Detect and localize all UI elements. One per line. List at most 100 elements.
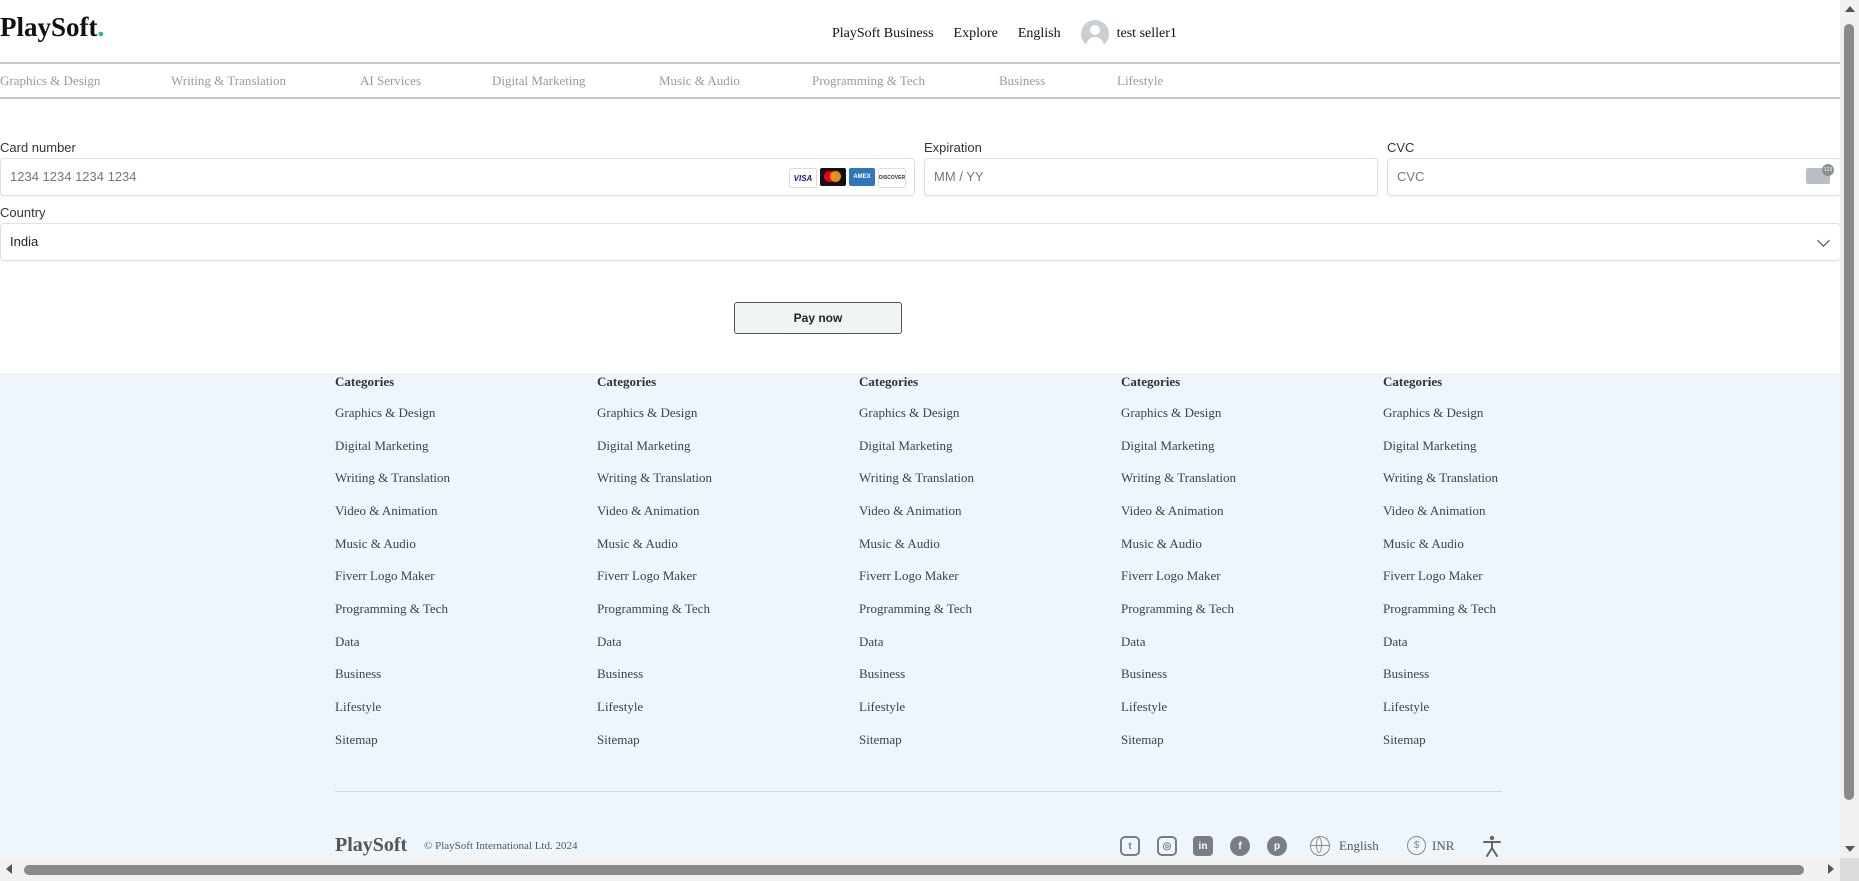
- avatar-icon: [1080, 20, 1109, 48]
- footer-link[interactable]: Data: [597, 634, 622, 650]
- footer-link[interactable]: Graphics & Design: [597, 405, 697, 421]
- footer-link[interactable]: Business: [1383, 666, 1429, 682]
- footer-link[interactable]: Sitemap: [859, 732, 902, 748]
- category-nav-item[interactable]: Digital Marketing: [492, 73, 586, 89]
- footer-link[interactable]: Writing & Translation: [1121, 470, 1236, 486]
- footer-link[interactable]: Video & Animation: [1383, 503, 1486, 519]
- country-label: Country: [0, 205, 46, 220]
- footer-link[interactable]: Writing & Translation: [335, 470, 450, 486]
- footer-link[interactable]: Video & Animation: [859, 503, 962, 519]
- footer-link[interactable]: Data: [1121, 634, 1146, 650]
- footer-link[interactable]: Data: [1383, 634, 1408, 650]
- footer-link[interactable]: Programming & Tech: [335, 601, 448, 617]
- logo-dot: .: [97, 12, 105, 42]
- footer-link[interactable]: Fiverr Logo Maker: [597, 568, 697, 584]
- footer-link[interactable]: Business: [1121, 666, 1167, 682]
- footer-link[interactable]: Graphics & Design: [335, 405, 435, 421]
- footer-link[interactable]: Programming & Tech: [859, 601, 972, 617]
- footer-link[interactable]: Data: [859, 634, 884, 650]
- footer-link[interactable]: Writing & Translation: [1383, 470, 1498, 486]
- instagram-icon[interactable]: ◎: [1157, 836, 1177, 856]
- footer-link[interactable]: Graphics & Design: [1383, 405, 1483, 421]
- card-number-input[interactable]: 1234 1234 1234 1234 VISA AMEX DISCOVER: [0, 158, 915, 196]
- footer-link[interactable]: Sitemap: [597, 732, 640, 748]
- footer-link[interactable]: Digital Marketing: [1383, 438, 1477, 454]
- footer-link[interactable]: Graphics & Design: [1121, 405, 1221, 421]
- footer-link[interactable]: Lifestyle: [859, 699, 905, 715]
- footer-link[interactable]: Video & Animation: [335, 503, 438, 519]
- footer-link[interactable]: Business: [859, 666, 905, 682]
- cvc-label: CVC: [1387, 140, 1415, 155]
- footer-link[interactable]: Fiverr Logo Maker: [335, 568, 435, 584]
- mastercard-icon: [820, 168, 846, 186]
- footer-link[interactable]: Music & Audio: [597, 536, 678, 552]
- scroll-right-arrow-icon[interactable]: [1828, 864, 1834, 874]
- user-menu[interactable]: test seller1: [1080, 20, 1177, 48]
- footer-link[interactable]: Fiverr Logo Maker: [1121, 568, 1221, 584]
- footer-link[interactable]: Business: [335, 666, 381, 682]
- nav-business-link[interactable]: PlaySoft Business: [832, 26, 934, 42]
- category-nav-item[interactable]: Lifestyle: [1117, 73, 1163, 89]
- vertical-scrollbar[interactable]: [1840, 0, 1859, 858]
- vertical-scroll-thumb[interactable]: [1844, 24, 1854, 800]
- footer-link[interactable]: Programming & Tech: [597, 601, 710, 617]
- card-number-placeholder: 1234 1234 1234 1234: [10, 169, 137, 184]
- category-nav-item[interactable]: Programming & Tech: [812, 73, 925, 89]
- footer-link[interactable]: Digital Marketing: [859, 438, 953, 454]
- footer-link[interactable]: Sitemap: [335, 732, 378, 748]
- category-nav-item[interactable]: Writing & Translation: [171, 73, 286, 89]
- footer-column-title: Categories: [597, 374, 657, 389]
- category-nav-item[interactable]: Graphics & Design: [0, 73, 100, 89]
- category-nav-item[interactable]: Music & Audio: [659, 73, 740, 89]
- nav-language-link[interactable]: English: [1018, 26, 1061, 42]
- expiration-input[interactable]: MM / YY: [924, 158, 1378, 196]
- footer-link[interactable]: Digital Marketing: [1121, 438, 1215, 454]
- footer-link[interactable]: Fiverr Logo Maker: [859, 568, 959, 584]
- site-logo[interactable]: PlaySoft.: [0, 12, 104, 43]
- footer-link[interactable]: Sitemap: [1121, 732, 1164, 748]
- footer-link[interactable]: Programming & Tech: [1121, 601, 1234, 617]
- footer-divider: [335, 791, 1502, 792]
- footer-link[interactable]: Programming & Tech: [1383, 601, 1496, 617]
- footer-link[interactable]: Lifestyle: [335, 699, 381, 715]
- twitter-icon[interactable]: t: [1120, 836, 1140, 856]
- scroll-up-arrow-icon[interactable]: [1845, 6, 1855, 12]
- cvc-placeholder: CVC: [1397, 169, 1425, 184]
- footer-link[interactable]: Music & Audio: [1121, 536, 1202, 552]
- horizontal-scrollbar[interactable]: [0, 858, 1840, 881]
- footer-link[interactable]: Video & Animation: [1121, 503, 1224, 519]
- horizontal-scroll-thumb[interactable]: [24, 865, 1804, 875]
- footer-link[interactable]: Graphics & Design: [859, 405, 959, 421]
- footer-link[interactable]: Digital Marketing: [335, 438, 429, 454]
- footer-link[interactable]: Music & Audio: [1383, 536, 1464, 552]
- category-nav-item[interactable]: AI Services: [360, 73, 421, 89]
- footer-link[interactable]: Business: [597, 666, 643, 682]
- facebook-icon[interactable]: f: [1230, 836, 1250, 856]
- footer-link[interactable]: Digital Marketing: [597, 438, 691, 454]
- logo-text: PlaySoft: [0, 12, 98, 42]
- cvc-input[interactable]: CVC: [1387, 158, 1840, 196]
- footer-link[interactable]: Music & Audio: [335, 536, 416, 552]
- country-select[interactable]: India: [0, 223, 1840, 261]
- footer-logo: PlaySoft: [335, 834, 408, 856]
- footer-link[interactable]: Fiverr Logo Maker: [1383, 568, 1483, 584]
- accessibility-icon[interactable]: [1482, 835, 1502, 857]
- footer-link[interactable]: Music & Audio: [859, 536, 940, 552]
- pay-now-button[interactable]: Pay now: [734, 302, 902, 334]
- pinterest-icon[interactable]: p: [1267, 836, 1287, 856]
- scroll-left-arrow-icon[interactable]: [6, 864, 12, 874]
- footer-link[interactable]: Writing & Translation: [597, 470, 712, 486]
- footer-link[interactable]: Writing & Translation: [859, 470, 974, 486]
- category-nav-item[interactable]: Business: [999, 73, 1045, 89]
- footer-link[interactable]: Lifestyle: [1383, 699, 1429, 715]
- nav-explore-link[interactable]: Explore: [954, 26, 998, 42]
- scroll-down-arrow-icon[interactable]: [1845, 846, 1855, 852]
- footer-link[interactable]: Video & Animation: [597, 503, 700, 519]
- footer-link[interactable]: Data: [335, 634, 360, 650]
- footer-language[interactable]: English: [1339, 838, 1379, 854]
- footer-link[interactable]: Lifestyle: [597, 699, 643, 715]
- footer-link[interactable]: Lifestyle: [1121, 699, 1167, 715]
- footer-link[interactable]: Sitemap: [1383, 732, 1426, 748]
- linkedin-icon[interactable]: in: [1193, 836, 1213, 856]
- footer-currency[interactable]: INR: [1432, 838, 1454, 854]
